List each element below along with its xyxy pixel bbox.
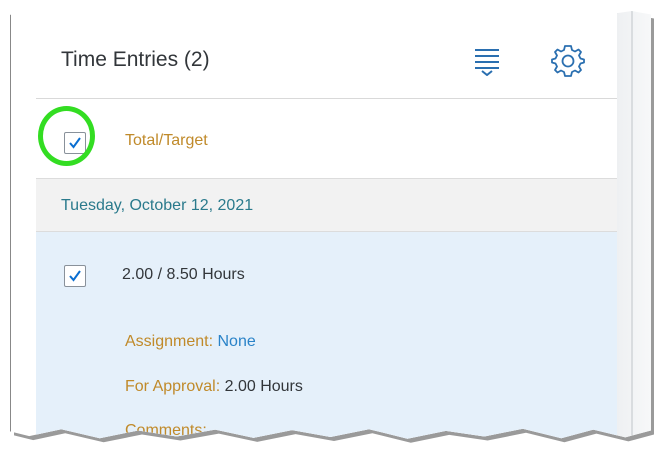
date-group-header: Tuesday, October 12, 2021 <box>36 178 617 232</box>
highlight-circle <box>38 106 95 166</box>
right-scroll-gutter <box>617 8 651 439</box>
assignment-field: Assignment: None <box>125 333 256 351</box>
entry-checkbox[interactable] <box>64 265 86 287</box>
approval-value: 2.00 Hours <box>224 378 303 395</box>
total-target-row[interactable] <box>36 99 617 178</box>
time-entries-panel: Time Entries (2) Total/Target Tuesday, O… <box>36 8 618 439</box>
approval-field: For Approval: 2.00 Hours <box>125 378 303 396</box>
entry-hours: 2.00 / 8.50 Hours <box>122 266 245 283</box>
screenshot-canvas: Time Entries (2) Total/Target Tuesday, O… <box>0 0 663 455</box>
assignment-label: Assignment: <box>125 333 214 350</box>
gear-icon[interactable] <box>551 44 585 78</box>
page-title: Time Entries (2) <box>61 48 210 71</box>
total-target-label: Total/Target <box>125 132 208 149</box>
sort-lines-icon[interactable] <box>474 48 500 77</box>
time-entry-list-item[interactable]: 2.00 / 8.50 Hours Assignment: None For A… <box>36 232 617 439</box>
torn-frame: Time Entries (2) Total/Target Tuesday, O… <box>10 8 651 439</box>
date-group-label: Tuesday, October 12, 2021 <box>61 197 254 214</box>
checkmark-icon <box>69 270 81 282</box>
assignment-value-link[interactable]: None <box>218 333 256 350</box>
approval-label: For Approval: <box>125 378 221 395</box>
panel-header: Time Entries (2) <box>36 9 617 99</box>
